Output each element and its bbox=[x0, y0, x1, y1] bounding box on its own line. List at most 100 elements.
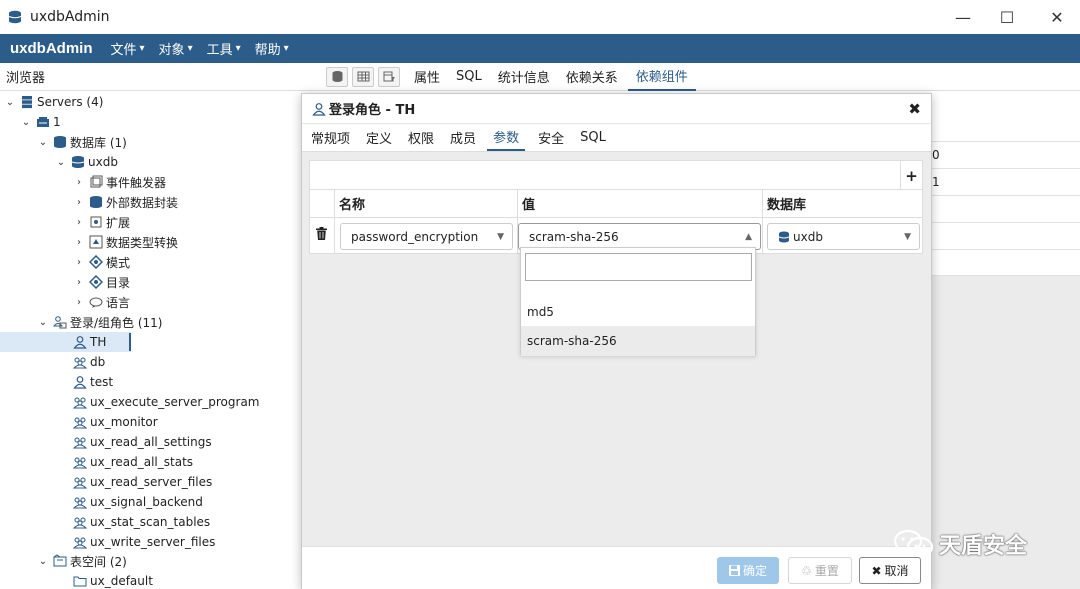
tree-node-role[interactable]: ux_read_all_settings bbox=[73, 432, 212, 452]
group-roles-icon bbox=[53, 316, 67, 329]
tree-label: 数据库 (1) bbox=[70, 135, 127, 150]
tree-node-tablespaces[interactable]: ⌄ 表空间 (2) bbox=[37, 551, 127, 571]
parameter-name-select[interactable]: password_encryption ▼ bbox=[340, 223, 513, 250]
tree-label: ux_execute_server_program bbox=[90, 395, 260, 409]
tab-parameters[interactable]: 参数 bbox=[487, 124, 526, 151]
tree-node-uxdb[interactable]: ⌄ uxdb bbox=[55, 152, 118, 172]
chevron-down-icon[interactable]: ⌄ bbox=[20, 117, 32, 128]
chevron-right-icon[interactable]: › bbox=[73, 257, 85, 268]
database-icon bbox=[778, 231, 790, 242]
dialog-footer: 确定 ♲ 重置 ✖ 取消 bbox=[302, 546, 931, 589]
cell-divider bbox=[334, 218, 335, 254]
close-icon: ✖ bbox=[871, 563, 882, 578]
tree-node-event-triggers[interactable]: › 事件触发器 bbox=[73, 172, 166, 192]
tree-node-fdw[interactable]: › 外部数据封装 bbox=[73, 192, 178, 212]
menu-tools[interactable]: 工具 ▾ bbox=[207, 39, 241, 58]
dialog-header: 登录角色 - TH bbox=[302, 94, 931, 124]
menu-help[interactable]: 帮助 ▾ bbox=[255, 39, 289, 58]
tree-node-role[interactable]: ux_signal_backend bbox=[73, 492, 203, 512]
tab-membership[interactable]: 成员 bbox=[450, 125, 476, 150]
catalog-icon bbox=[89, 275, 103, 289]
chevron-right-icon[interactable]: › bbox=[73, 217, 85, 228]
reset-button[interactable]: ♲ 重置 bbox=[788, 557, 852, 584]
tab-security[interactable]: 安全 bbox=[538, 125, 564, 150]
event-trigger-icon bbox=[90, 175, 103, 188]
chevron-right-icon[interactable]: › bbox=[73, 277, 85, 288]
parameter-database-select[interactable]: uxdb ▼ bbox=[767, 223, 920, 250]
tree-label: uxdb bbox=[88, 155, 118, 169]
panel-row bbox=[932, 196, 1080, 223]
chevron-down-icon[interactable]: ⌄ bbox=[55, 157, 67, 168]
tree-label: 外部数据封装 bbox=[106, 195, 179, 210]
tab-properties[interactable]: 属性 bbox=[414, 63, 440, 90]
view-data-button[interactable] bbox=[352, 66, 374, 87]
chevron-right-icon[interactable]: › bbox=[73, 297, 85, 308]
tab-general[interactable]: 常规项 bbox=[311, 125, 350, 150]
tree-node-role[interactable]: ux_read_all_stats bbox=[73, 452, 193, 472]
tree-node-server[interactable]: ⌄ 1 bbox=[20, 112, 61, 132]
tree-node-tablespace[interactable]: ux_default bbox=[73, 571, 153, 589]
chevron-right-icon[interactable]: › bbox=[73, 177, 85, 188]
dropdown-option-scram-sha-256[interactable]: scram-sha-256 bbox=[521, 326, 755, 356]
tree-node-role[interactable]: db bbox=[73, 352, 105, 372]
tree-node-casts[interactable]: › 数据类型转换 bbox=[73, 232, 178, 252]
maximize-button[interactable]: ☐ bbox=[984, 0, 1030, 34]
parameter-value-select[interactable]: scram-sha-256 ▲ bbox=[518, 223, 761, 250]
ok-button[interactable]: 确定 bbox=[717, 557, 779, 584]
parameters-grid-toolbar: + bbox=[309, 160, 923, 190]
tab-dependencies[interactable]: 依赖关系 bbox=[566, 63, 618, 90]
chevron-down-icon[interactable]: ⌄ bbox=[37, 317, 49, 328]
panel-value: 1 bbox=[932, 175, 940, 189]
tree-label: ux_stat_scan_tables bbox=[90, 515, 211, 529]
menu-object[interactable]: 对象 ▾ bbox=[159, 39, 193, 58]
chevron-right-icon[interactable]: › bbox=[73, 237, 85, 248]
server-icon bbox=[37, 117, 49, 127]
chevron-down-icon[interactable]: ⌄ bbox=[37, 556, 49, 567]
menu-file[interactable]: 文件 ▾ bbox=[111, 39, 145, 58]
tab-definition[interactable]: 定义 bbox=[366, 125, 392, 150]
chevron-down-icon: ▾ bbox=[187, 43, 193, 54]
caret-up-icon: ▲ bbox=[745, 232, 752, 242]
panel-value: 0 bbox=[932, 148, 940, 162]
tab-statistics[interactable]: 统计信息 bbox=[498, 63, 550, 90]
tree-node-catalogs[interactable]: › 目录 bbox=[73, 272, 130, 292]
tree-node-databases[interactable]: ⌄ 数据库 (1) bbox=[37, 132, 127, 152]
column-header-database: 数据库 bbox=[762, 190, 923, 218]
add-row-button[interactable]: + bbox=[900, 161, 922, 190]
query-tool-button[interactable] bbox=[326, 66, 348, 87]
tab-sql[interactable]: SQL bbox=[456, 65, 482, 88]
tree-node-schemas[interactable]: › 模式 bbox=[73, 252, 130, 272]
tab-dialog-sql[interactable]: SQL bbox=[580, 127, 606, 148]
tree-label: test bbox=[90, 375, 114, 389]
tree-node-roles[interactable]: ⌄ 登录/组角色 (11) bbox=[37, 312, 163, 332]
minimize-button[interactable]: — bbox=[940, 0, 986, 34]
parameter-name-value: password_encryption bbox=[351, 229, 479, 244]
dialog-close-icon[interactable]: ✖ bbox=[908, 100, 921, 118]
close-window-button[interactable]: ✕ bbox=[1034, 0, 1080, 34]
tree-label: ux_read_all_settings bbox=[90, 435, 212, 449]
chevron-down-icon[interactable]: ⌄ bbox=[4, 97, 16, 108]
tree-node-role[interactable]: ux_read_server_files bbox=[73, 472, 212, 492]
tree-node-role[interactable]: test bbox=[73, 372, 113, 392]
chevron-down-icon[interactable]: ⌄ bbox=[37, 137, 49, 148]
group-role-icon bbox=[73, 457, 87, 469]
tree-node-role[interactable]: ux_write_server_files bbox=[73, 532, 215, 552]
tree-node-languages[interactable]: › 语言 bbox=[73, 292, 130, 312]
tab-dependents[interactable]: 依赖组件 bbox=[627, 62, 696, 91]
trash-icon[interactable] bbox=[316, 227, 327, 240]
chevron-right-icon[interactable]: › bbox=[73, 197, 85, 208]
tree-node-servers[interactable]: ⌄ Servers (4) bbox=[4, 92, 104, 112]
tree-node-role[interactable]: ux_execute_server_program bbox=[73, 392, 260, 412]
filter-rows-button[interactable] bbox=[378, 66, 400, 87]
dropdown-option-md5[interactable]: md5 bbox=[521, 297, 755, 327]
value-dropdown-list: md5 scram-sha-256 bbox=[520, 247, 756, 356]
tree-node-role[interactable]: ux_monitor bbox=[73, 412, 158, 432]
tree-node-role-th[interactable]: TH bbox=[0, 332, 131, 352]
tab-privileges[interactable]: 权限 bbox=[408, 125, 434, 150]
tree-node-role[interactable]: ux_stat_scan_tables bbox=[73, 512, 210, 532]
cancel-button[interactable]: ✖ 取消 bbox=[859, 557, 921, 584]
tree-label: 登录/组角色 (11) bbox=[70, 315, 163, 330]
tree-label: ux_read_all_stats bbox=[90, 455, 194, 469]
dropdown-search-input[interactable] bbox=[525, 253, 752, 281]
tree-node-extensions[interactable]: › 扩展 bbox=[73, 212, 130, 232]
